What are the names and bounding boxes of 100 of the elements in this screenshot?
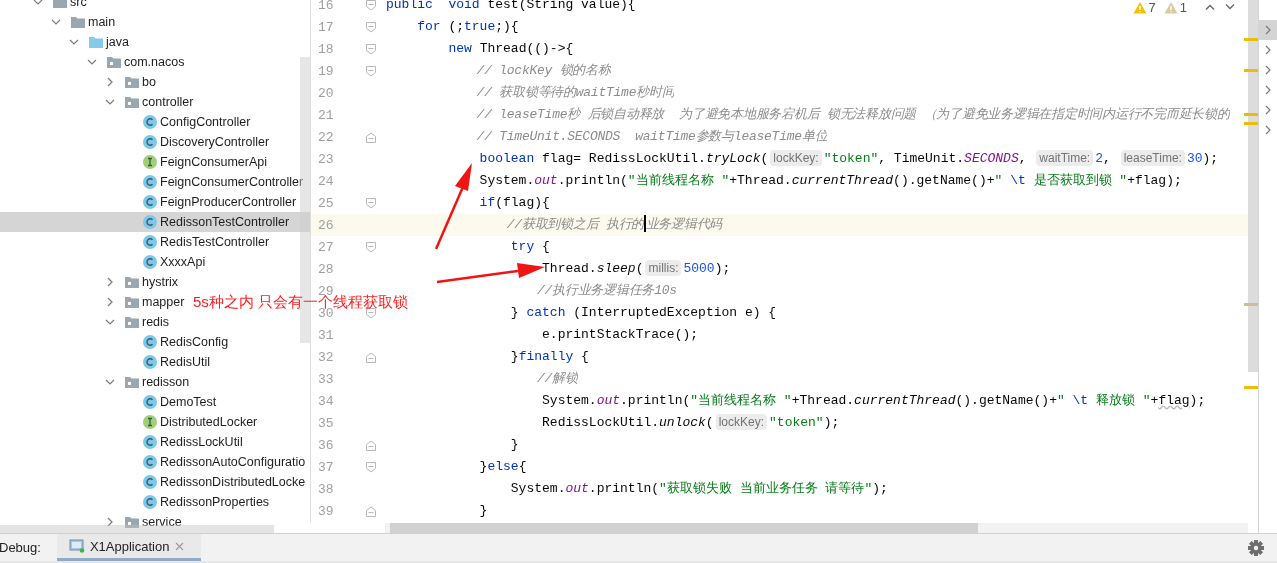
fold-icon[interactable] xyxy=(365,196,377,210)
code-line: if(flag){ xyxy=(478,194,550,212)
tree-item[interactable]: com.nacos xyxy=(0,52,185,72)
fold-icon[interactable] xyxy=(365,0,377,12)
package-icon xyxy=(124,294,140,310)
line-number: 28 xyxy=(317,261,335,277)
line-number: 18 xyxy=(317,41,335,57)
package-icon xyxy=(124,94,140,110)
tree-item[interactable]: src xyxy=(0,0,87,12)
error-stripe-mark[interactable] xyxy=(1244,69,1258,72)
package-icon xyxy=(124,374,140,390)
line-number: 36 xyxy=(317,437,335,453)
tree-item[interactable]: bo xyxy=(0,72,156,92)
code-line: new Thread(()->{ xyxy=(447,40,574,58)
tree-item[interactable]: mapper xyxy=(0,292,185,312)
tree-item[interactable]: ConfigController xyxy=(0,112,251,132)
tree-item[interactable]: RedisTestController xyxy=(0,232,270,252)
tree-item[interactable]: RedissonTestController xyxy=(0,212,310,232)
tree-item[interactable]: DemoTest xyxy=(0,392,217,412)
package-icon xyxy=(124,74,140,90)
line-number: 16 xyxy=(317,0,335,13)
scrollbar[interactable] xyxy=(1248,0,1258,372)
warning-count: 7 xyxy=(1148,0,1156,15)
code-line: for (;true;){ xyxy=(416,18,519,36)
class-icon xyxy=(142,254,158,270)
tree-item[interactable]: java xyxy=(0,32,129,52)
chevron-right-icon[interactable] xyxy=(1259,20,1277,40)
class-icon xyxy=(142,234,158,250)
error-stripe-mark[interactable] xyxy=(1244,113,1258,116)
tree-item[interactable]: DistributedLocker xyxy=(0,412,258,432)
class-icon xyxy=(142,214,158,230)
tree-item[interactable]: FeignProducerController xyxy=(0,192,297,212)
fold-icon[interactable] xyxy=(365,460,377,474)
line-number: 24 xyxy=(317,173,335,189)
class-icon xyxy=(142,334,158,350)
class-icon xyxy=(142,194,158,210)
tree-item[interactable]: main xyxy=(0,12,116,32)
warning-icon[interactable] xyxy=(1132,0,1147,14)
chevron-up-icon[interactable] xyxy=(1205,3,1215,11)
tree-item[interactable]: DiscoveryController xyxy=(0,132,270,152)
tree-item[interactable]: controller xyxy=(0,92,194,112)
tree-item[interactable]: FeignConsumerApi xyxy=(0,152,267,172)
tree-item[interactable]: RedisUtil xyxy=(0,352,210,372)
tree-item[interactable]: RedisConfig xyxy=(0,332,229,352)
tree-item[interactable]: hystrix xyxy=(0,272,179,292)
fold-end-icon[interactable] xyxy=(365,350,377,364)
line-number: 23 xyxy=(317,151,335,167)
fold-end-icon[interactable] xyxy=(365,438,377,452)
scrollbar[interactable] xyxy=(0,525,274,533)
fold-icon[interactable] xyxy=(365,42,377,56)
line-number: 37 xyxy=(317,459,335,475)
fold-icon[interactable] xyxy=(365,64,377,78)
package-icon xyxy=(124,514,140,530)
tree-item[interactable]: redis xyxy=(0,312,170,332)
error-stripe-mark[interactable] xyxy=(1244,38,1258,41)
class-icon xyxy=(142,174,158,190)
line-number: 32 xyxy=(317,349,335,365)
folder-icon xyxy=(88,34,104,50)
error-stripe-mark[interactable] xyxy=(1244,122,1258,125)
code-line: e.printStackTrace(); xyxy=(541,326,699,344)
tree-item[interactable]: RedissonAutoConfiguratio xyxy=(0,452,306,472)
code-line: }finally { xyxy=(509,348,589,366)
debug-tab[interactable]: X1Application xyxy=(56,534,202,561)
settings-icon[interactable] xyxy=(1248,539,1264,556)
error-stripe-mark[interactable] xyxy=(1244,303,1258,306)
fold-end-icon[interactable] xyxy=(365,504,377,518)
line-number: 27 xyxy=(317,239,335,255)
fold-icon[interactable] xyxy=(365,20,377,34)
class-icon xyxy=(142,494,158,510)
code-line: System.out.println("获取锁失败 当前业务任务 请等待"); xyxy=(509,480,888,498)
tree-item[interactable]: service xyxy=(0,512,182,532)
code-line: Thread.sleep( millis: 5000); xyxy=(541,259,731,278)
interface-icon xyxy=(142,414,158,430)
chevron-down-icon[interactable] xyxy=(1225,3,1235,11)
tree-item[interactable]: RedissLockUtil xyxy=(0,432,243,452)
code-line: } xyxy=(509,436,519,454)
tree-item[interactable]: redisson xyxy=(0,372,190,392)
package-icon xyxy=(106,54,122,70)
code-line: boolean flag= RedissLockUtil.tryLock( lockKey: "token", TimeUnit.SECONDS, waitTime: 2, leaseTime: 30); xyxy=(478,149,1219,168)
interface-icon xyxy=(142,154,158,170)
warning-icon[interactable] xyxy=(1163,0,1178,14)
class-icon xyxy=(142,114,158,130)
fold-icon[interactable] xyxy=(365,240,377,254)
class-icon xyxy=(142,454,158,470)
scrollbar[interactable] xyxy=(390,523,978,533)
package-icon xyxy=(124,314,140,330)
code-line: System.out.println("当前线程名称 "+Thread.currentThread().getName()+" \t 是否获取到锁 "+flag); xyxy=(478,172,1182,190)
error-stripe-mark[interactable] xyxy=(1244,386,1258,389)
tree-item[interactable]: XxxxApi xyxy=(0,252,206,272)
code-line: }else{ xyxy=(478,458,527,476)
tree-item[interactable]: RedissonProperties xyxy=(0,492,270,512)
fold-end-icon[interactable] xyxy=(365,130,377,144)
line-number: 17 xyxy=(317,19,335,35)
panel-label: Debug: xyxy=(0,540,41,555)
line-number: 21 xyxy=(317,107,335,123)
line-number: 34 xyxy=(317,393,335,409)
tree-item[interactable]: RedissonDistributedLocke xyxy=(0,472,306,492)
close-icon[interactable] xyxy=(175,541,185,551)
tree-item[interactable]: FeignConsumerController xyxy=(0,172,304,192)
line-number: 19 xyxy=(317,63,335,79)
